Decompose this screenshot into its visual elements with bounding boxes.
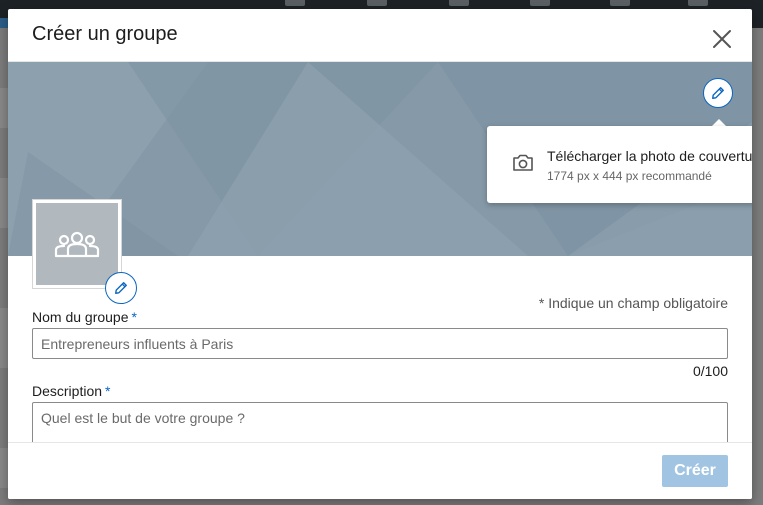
close-icon xyxy=(713,30,731,48)
modal-header: Créer un groupe xyxy=(8,9,752,62)
group-icon xyxy=(54,231,100,258)
modal-footer: Créer xyxy=(8,442,752,499)
description-label: Description * xyxy=(32,383,110,399)
upload-cover-photo-option[interactable]: Télécharger la photo de couverture 1774 … xyxy=(487,126,752,203)
background-nav-icon xyxy=(530,0,550,6)
group-name-label-text: Nom du groupe xyxy=(32,309,129,325)
background-nav-icon xyxy=(449,0,469,6)
background-strip xyxy=(0,308,8,368)
group-name-label: Nom du groupe * xyxy=(32,309,137,325)
background-right-edge xyxy=(752,28,763,505)
background-nav-icon xyxy=(367,0,387,6)
description-label-text: Description xyxy=(32,383,103,399)
pencil-icon xyxy=(115,282,127,294)
background-strip xyxy=(0,448,8,488)
required-field-note: * Indique un champ obligatoire xyxy=(538,295,728,311)
group-name-counter: 0/100 xyxy=(692,363,728,379)
pencil-icon xyxy=(712,87,724,99)
background-nav-icon xyxy=(285,0,305,6)
close-button[interactable] xyxy=(710,27,734,51)
required-asterisk: * xyxy=(105,383,111,399)
background-nav-icon xyxy=(610,0,630,6)
create-button[interactable]: Créer xyxy=(662,455,728,487)
background-nav-icon xyxy=(688,0,708,6)
cover-upload-menu: Télécharger la photo de couverture 1774 … xyxy=(487,126,752,203)
edit-cover-button[interactable] xyxy=(703,78,733,108)
create-group-modal: Créer un groupe Télécharger la photo de … xyxy=(8,9,752,499)
group-name-input[interactable] xyxy=(32,328,728,359)
modal-title: Créer un groupe xyxy=(32,23,178,45)
upload-cover-label: Télécharger la photo de couverture xyxy=(547,148,752,164)
background-strip xyxy=(0,178,8,228)
group-logo xyxy=(32,199,122,289)
edit-logo-button[interactable] xyxy=(105,272,137,304)
background-corner xyxy=(0,18,8,28)
group-logo-placeholder xyxy=(36,203,118,285)
required-asterisk: * xyxy=(131,309,137,325)
camera-icon xyxy=(513,154,533,171)
upload-cover-hint: 1774 px x 444 px recommandé xyxy=(547,169,712,183)
background-strip xyxy=(0,88,8,128)
